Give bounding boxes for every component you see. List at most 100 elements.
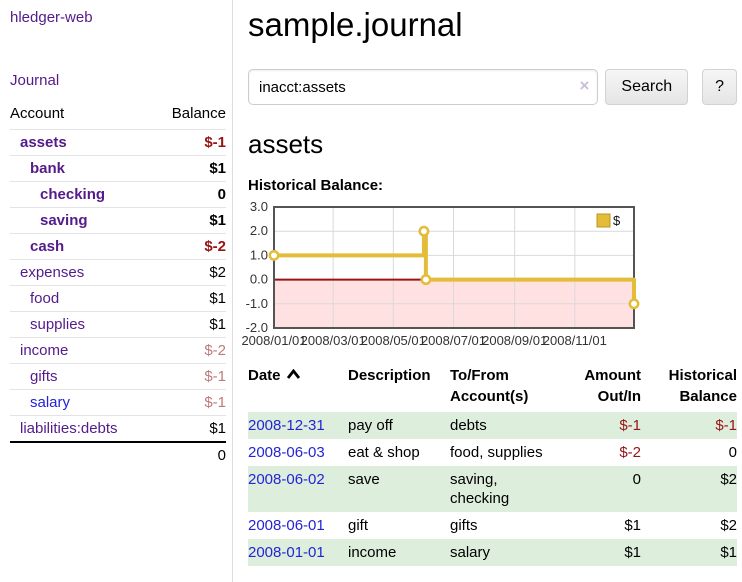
chart-legend-label: $ — [613, 213, 621, 228]
chart-x-tick-label: 2008/01/01 — [241, 333, 306, 348]
register-header-row: Date Description To/From Account(s) Amou… — [248, 363, 737, 412]
account-balance: $-1 — [154, 390, 226, 416]
account-link[interactable]: checking — [40, 186, 105, 203]
chart-title: Historical Balance: — [248, 177, 737, 194]
account-balance: $-1 — [154, 130, 226, 156]
chart-x-tick-label: 2008/05/01 — [361, 333, 426, 348]
account-balance: $1 — [154, 312, 226, 338]
chart-data-point — [420, 227, 428, 235]
account-balance: $1 — [154, 286, 226, 312]
account-link[interactable]: saving — [40, 212, 88, 229]
account-balance: $-2 — [154, 338, 226, 364]
register-cell-accounts: gifts — [450, 512, 578, 539]
account-link[interactable]: cash — [30, 238, 64, 255]
account-link[interactable]: bank — [30, 160, 65, 177]
account-balance: $-2 — [154, 234, 226, 260]
account-link[interactable]: expenses — [20, 264, 84, 281]
register-header-date-label: Date — [248, 367, 281, 384]
accounts-total-value: 0 — [154, 442, 226, 468]
balance-chart: $3.02.01.00.0-1.0-2.02008/01/012008/03/0… — [240, 201, 640, 348]
register-row[interactable]: 2008-06-02savesaving, checking0$2 — [248, 466, 737, 512]
chart-y-tick-label: -1.0 — [246, 296, 268, 311]
chart-y-tick-label: 1.0 — [250, 247, 268, 262]
register-header-description: Description — [346, 363, 450, 412]
account-balance: $1 — [154, 208, 226, 234]
chart-data-point — [422, 275, 430, 283]
accounts-table: Account Balance assets $-1 bank $1 checking 0… — [10, 103, 226, 468]
account-link[interactable]: gifts — [30, 368, 58, 385]
accounts-header-balance: Balance — [154, 103, 226, 130]
register-header-amount: Amount Out/In — [578, 363, 641, 412]
accounts-total-spacer — [10, 442, 154, 468]
transaction-date-link[interactable]: 2008-12-31 — [248, 417, 325, 434]
register-cell-date: 2008-06-01 — [248, 512, 346, 539]
register-cell-accounts: debts — [450, 412, 578, 439]
register-cell-accounts: salary — [450, 539, 578, 566]
register-cell-balance: $1 — [641, 539, 737, 566]
register-cell-description: save — [346, 466, 450, 512]
register-row[interactable]: 2008-12-31pay offdebts$-1$-1 — [248, 412, 737, 439]
account-balance: 0 — [154, 182, 226, 208]
clear-search-icon[interactable]: × — [579, 77, 589, 94]
main-panel: sample.journal × Search ? assets Histori… — [233, 0, 742, 582]
search-button[interactable]: Search — [605, 69, 688, 105]
transaction-date-link[interactable]: 2008-06-01 — [248, 517, 325, 534]
account-row: saving $1 — [10, 208, 226, 234]
register-cell-amount: $1 — [578, 539, 641, 566]
account-heading: assets — [248, 129, 737, 160]
account-balance: $-1 — [154, 364, 226, 390]
register-cell-accounts: food, supplies — [450, 439, 578, 466]
help-button[interactable]: ? — [702, 69, 737, 105]
account-row: salary $-1 — [10, 390, 226, 416]
register-cell-date: 2008-06-02 — [248, 466, 346, 512]
register-cell-date: 2008-06-03 — [248, 439, 346, 466]
app-layout: hledger-web Journal Account Balance asse… — [0, 0, 742, 582]
register-row[interactable]: 2008-01-01incomesalary$1$1 — [248, 539, 737, 566]
search-input-wrap: × — [248, 69, 598, 105]
accounts-header-row: Account Balance — [10, 103, 226, 130]
account-link[interactable]: food — [30, 290, 59, 307]
chart-x-tick-label: 2008/07/01 — [421, 333, 486, 348]
chart-data-point — [270, 251, 278, 259]
transaction-date-link[interactable]: 2008-06-03 — [248, 444, 325, 461]
register-cell-description: income — [346, 539, 450, 566]
transaction-date-link[interactable]: 2008-01-01 — [248, 544, 325, 561]
chart-x-tick-label: 2008/03/01 — [301, 333, 366, 348]
account-row: food $1 — [10, 286, 226, 312]
chart-data-point — [630, 300, 638, 308]
register-cell-amount: $-2 — [578, 439, 641, 466]
account-link[interactable]: liabilities:debts — [20, 420, 118, 437]
chart-x-tick-label: 2008/11/01 — [543, 333, 607, 348]
chart-y-tick-label: 0.0 — [250, 272, 268, 287]
nav-journal-link[interactable]: Journal — [10, 72, 59, 89]
account-row: bank $1 — [10, 156, 226, 182]
register-cell-amount: 0 — [578, 466, 641, 512]
account-link[interactable]: salary — [30, 394, 70, 411]
register-cell-balance: $2 — [641, 512, 737, 539]
register-header-date[interactable]: Date — [248, 363, 346, 412]
brand-link[interactable]: hledger-web — [10, 9, 93, 26]
register-cell-description: pay off — [346, 412, 450, 439]
account-link[interactable]: income — [20, 342, 68, 359]
account-row: gifts $-1 — [10, 364, 226, 390]
account-row: expenses $2 — [10, 260, 226, 286]
account-link[interactable]: supplies — [30, 316, 85, 333]
search-input[interactable] — [248, 69, 598, 105]
register-row[interactable]: 2008-06-01giftgifts$1$2 — [248, 512, 737, 539]
register-cell-balance: 0 — [641, 439, 737, 466]
account-balance: $2 — [154, 260, 226, 286]
search-bar: × Search ? — [248, 69, 737, 105]
account-row: income $-2 — [10, 338, 226, 364]
account-balance: $1 — [154, 416, 226, 443]
register-table: Date Description To/From Account(s) Amou… — [248, 363, 737, 566]
account-row: cash $-2 — [10, 234, 226, 260]
transaction-date-link[interactable]: 2008-06-02 — [248, 471, 325, 488]
sidebar: hledger-web Journal Account Balance asse… — [0, 0, 233, 582]
register-row[interactable]: 2008-06-03eat & shopfood, supplies$-20 — [248, 439, 737, 466]
register-header-balance: Historical Balance — [641, 363, 737, 412]
account-row: checking 0 — [10, 182, 226, 208]
account-link[interactable]: assets — [20, 134, 67, 151]
account-balance: $1 — [154, 156, 226, 182]
chart-y-tick-label: 3.0 — [250, 199, 268, 214]
register-cell-amount: $1 — [578, 512, 641, 539]
